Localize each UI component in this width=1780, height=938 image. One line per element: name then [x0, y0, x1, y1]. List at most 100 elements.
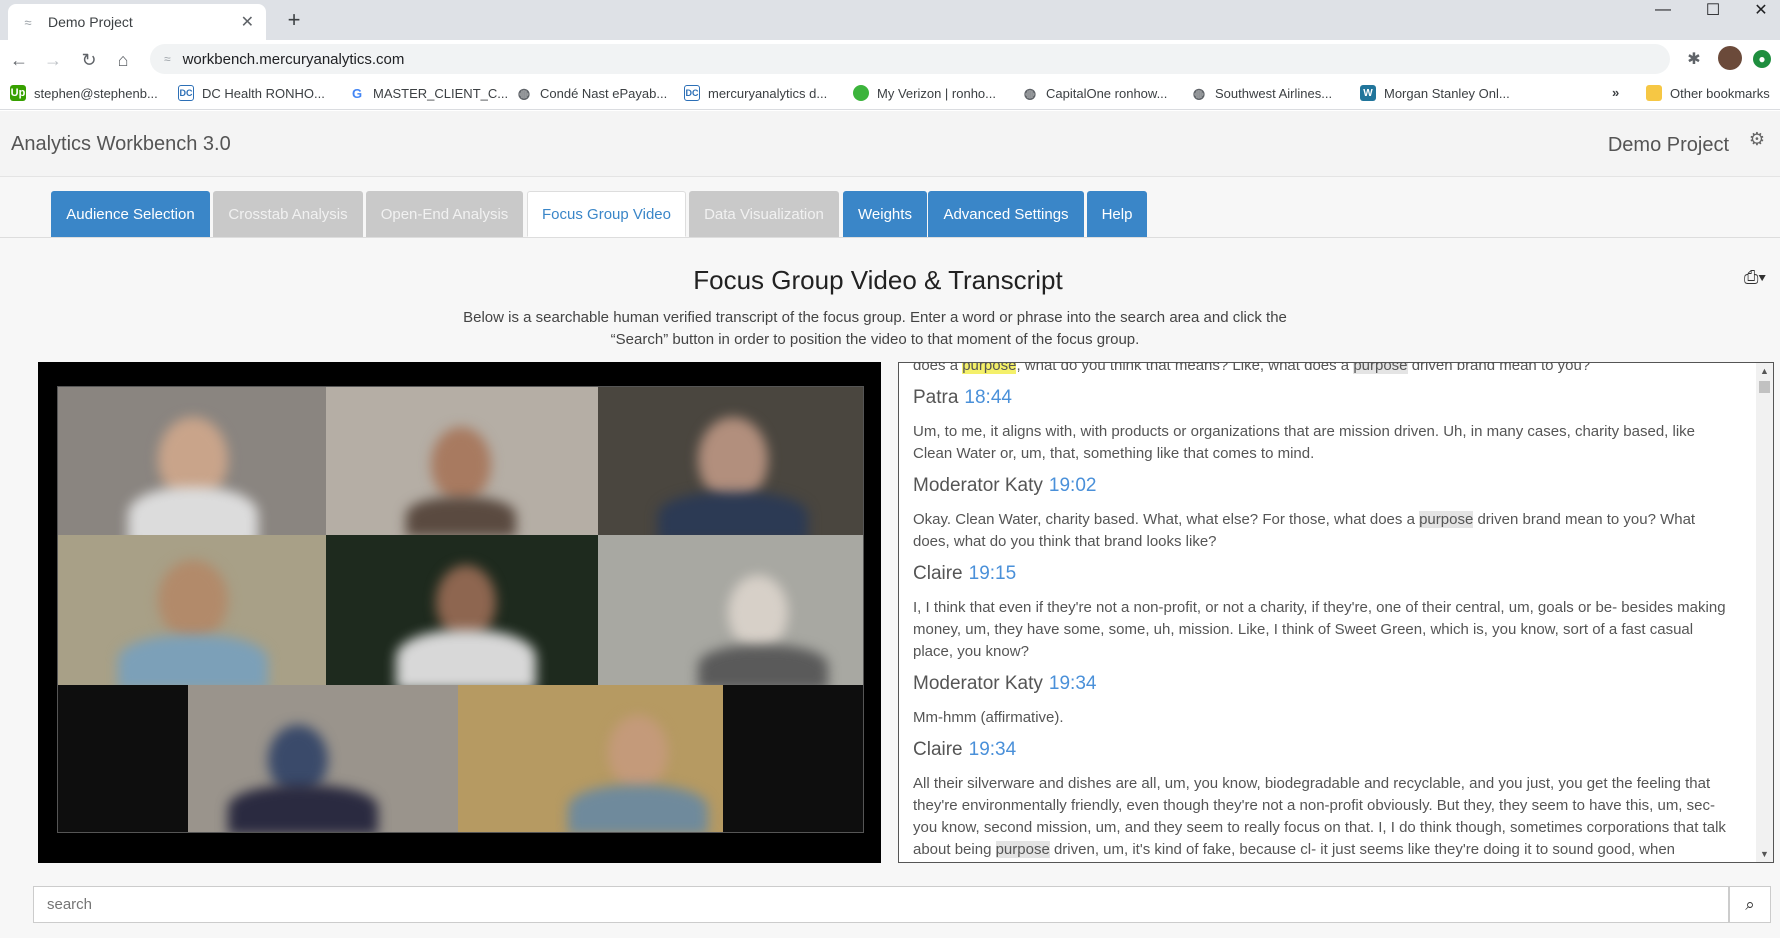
close-tab-icon[interactable]: ✕ — [241, 12, 254, 32]
transcript-content: does a purpose, what do you think that m… — [899, 363, 1749, 862]
gear-icon[interactable]: ⚙ — [1749, 129, 1765, 150]
timestamp-link[interactable]: 19:34 — [1049, 673, 1097, 694]
home-icon[interactable]: ⌂ — [110, 47, 136, 73]
bookmarks-overflow-button[interactable]: » — [1612, 85, 1619, 100]
search-input[interactable] — [33, 886, 1729, 923]
tab-open-end-analysis[interactable]: Open-End Analysis — [366, 191, 523, 237]
profile-avatar[interactable] — [1718, 46, 1742, 70]
bookmark-label: CapitalOne ronhow... — [1046, 85, 1168, 101]
google-icon: G — [351, 85, 363, 101]
search-match: purpose — [1353, 363, 1408, 374]
overflow-label: » — [1612, 85, 1620, 100]
reload-icon[interactable]: ↻ — [76, 47, 102, 73]
bookmark-item[interactable]: ◍ CapitalOne ronhow... — [1022, 84, 1168, 101]
transcript-text: Mm-hmm (affirmative). — [913, 709, 1064, 726]
wordpress-icon: W — [1360, 85, 1376, 101]
bookmark-item[interactable]: G MASTER_CLIENT_C... — [349, 85, 508, 101]
globe-icon: ◍ — [517, 84, 531, 101]
bookmark-label: Southwest Airlines... — [1215, 85, 1333, 101]
video-participant-tile — [188, 685, 458, 832]
address-bar[interactable]: ≈ workbench.mercuryanalytics.com — [150, 44, 1670, 74]
timestamp-link[interactable]: 19:34 — [969, 739, 1017, 760]
tab-crosstab-analysis[interactable]: Crosstab Analysis — [213, 191, 363, 237]
site-info-icon[interactable]: ≈ — [164, 52, 171, 66]
transcript-speaker: Moderator Katy 19:02 — [913, 475, 1097, 496]
back-arrow-icon[interactable]: ← — [6, 47, 32, 73]
transcript-text: Um, to me, it aligns with, with products… — [913, 423, 1695, 462]
page-description: Below is a searchable human verified tra… — [463, 309, 1287, 348]
tab-data-visualization[interactable]: Data Visualization — [689, 191, 839, 237]
bookmark-label: MASTER_CLIENT_C... — [373, 85, 509, 101]
video-player[interactable] — [38, 362, 881, 863]
tab-help[interactable]: Help — [1087, 191, 1147, 237]
search-match: purpose — [1419, 511, 1474, 528]
timestamp-link[interactable]: 19:02 — [1049, 475, 1097, 496]
bookmarks-bar: Up stephen@stephenb... DC DC Health RONH… — [0, 78, 1780, 110]
transcript-scrollbar[interactable]: ▲ ▼ — [1756, 363, 1773, 862]
transcript-panel[interactable]: does a purpose, what do you think that m… — [898, 362, 1774, 863]
bookmark-label: My Verizon | ronho... — [877, 85, 996, 101]
main-nav-tabs: Audience Selection Crosstab Analysis Ope… — [0, 191, 1780, 238]
browser-tab-strip: ≈ Demo Project ✕ + — ☐ ✕ — [0, 0, 1780, 40]
maximize-window-button[interactable]: ☐ — [1690, 0, 1736, 20]
app-header: Analytics Workbench 3.0 Demo Project ⚙ — [0, 111, 1780, 177]
bookmark-item[interactable]: ◍ Southwest Airlines... — [1191, 85, 1332, 101]
new-tab-button[interactable]: + — [280, 6, 308, 34]
video-participant-tile — [458, 685, 723, 832]
video-participant-tile — [723, 685, 863, 832]
timestamp-link[interactable]: 18:44 — [964, 387, 1012, 408]
browser-toolbar: ← → ↻ ⌂ ≈ workbench.mercuryanalytics.com — [0, 40, 1780, 78]
scroll-up-arrow-icon[interactable]: ▲ — [1756, 363, 1773, 379]
tab-weights[interactable]: Weights — [843, 191, 927, 237]
video-participant-tile — [58, 535, 326, 690]
folder-icon — [1646, 85, 1662, 101]
bookmark-item[interactable]: DC DC Health RONHO... — [178, 85, 325, 101]
bookmark-item[interactable]: My Verizon | ronho... — [853, 85, 996, 101]
globe-icon: ◍ — [1192, 84, 1206, 101]
dc-logo-icon: DC — [684, 85, 700, 101]
transcript-text: I, I think that even if they're not a no… — [913, 599, 1726, 660]
update-icon[interactable]: ● — [1753, 50, 1771, 68]
scrollbar-thumb[interactable] — [1759, 381, 1770, 393]
url-text: workbench.mercuryanalytics.com — [182, 50, 405, 68]
search-button[interactable]: ⌕ — [1729, 886, 1771, 923]
bookmark-item[interactable]: Up stephen@stephenb... — [10, 85, 158, 101]
timestamp-link[interactable]: 19:15 — [969, 563, 1017, 584]
transcript-text: Okay. Clean Water, charity based. What, … — [913, 511, 1696, 550]
app-container: Analytics Workbench 3.0 Demo Project ⚙ A… — [0, 111, 1780, 938]
video-participant-tile — [598, 387, 863, 542]
browser-tab[interactable]: ≈ Demo Project ✕ — [8, 4, 266, 40]
bookmark-item[interactable]: W Morgan Stanley Onl... — [1360, 85, 1510, 101]
upwork-icon: Up — [10, 85, 26, 101]
transcript-speaker: Claire 19:34 — [913, 739, 1017, 760]
tab-audience-selection[interactable]: Audience Selection — [51, 191, 210, 237]
globe-icon: ◍ — [1023, 84, 1037, 101]
page-favicon-icon: ≈ — [24, 14, 32, 30]
bookmark-item[interactable]: ◍ Condé Nast ePayab... — [516, 85, 667, 101]
bookmark-label: DC Health RONHO... — [202, 85, 325, 101]
bookmark-item[interactable]: DC mercuryanalytics d... — [684, 85, 827, 101]
tab-focus-group-video[interactable]: Focus Group Video — [527, 191, 686, 237]
print-icon[interactable]: ⎙▾ — [1744, 267, 1766, 288]
forward-arrow-icon[interactable]: → — [40, 47, 66, 73]
bookmark-label: stephen@stephenb... — [34, 85, 158, 101]
project-name[interactable]: Demo Project — [1608, 134, 1729, 157]
video-participant-tile — [58, 387, 326, 547]
page-title: Focus Group Video & Transcript — [693, 265, 1063, 295]
tab-advanced-settings[interactable]: Advanced Settings — [928, 191, 1084, 237]
close-window-button[interactable]: ✕ — [1738, 0, 1780, 20]
browser-tab-title: Demo Project — [48, 14, 133, 30]
transcript-text: All their silverware and dishes are all,… — [913, 775, 1726, 858]
minimize-window-button[interactable]: — — [1640, 0, 1686, 20]
scroll-down-arrow-icon[interactable]: ▼ — [1756, 846, 1773, 862]
bookmark-label: Morgan Stanley Onl... — [1384, 85, 1510, 101]
search-match: purpose — [995, 841, 1050, 858]
bookmark-label: mercuryanalytics d... — [708, 85, 828, 101]
other-bookmarks-folder[interactable]: Other bookmarks — [1646, 85, 1770, 101]
search-icon: ⌕ — [1745, 894, 1755, 914]
verizon-icon — [853, 85, 869, 101]
extensions-puzzle-icon[interactable]: ✱ — [1683, 48, 1705, 70]
video-participant-tile — [58, 685, 188, 832]
transcript-speaker: Claire 19:15 — [913, 563, 1017, 584]
dc-logo-icon: DC — [178, 85, 194, 101]
